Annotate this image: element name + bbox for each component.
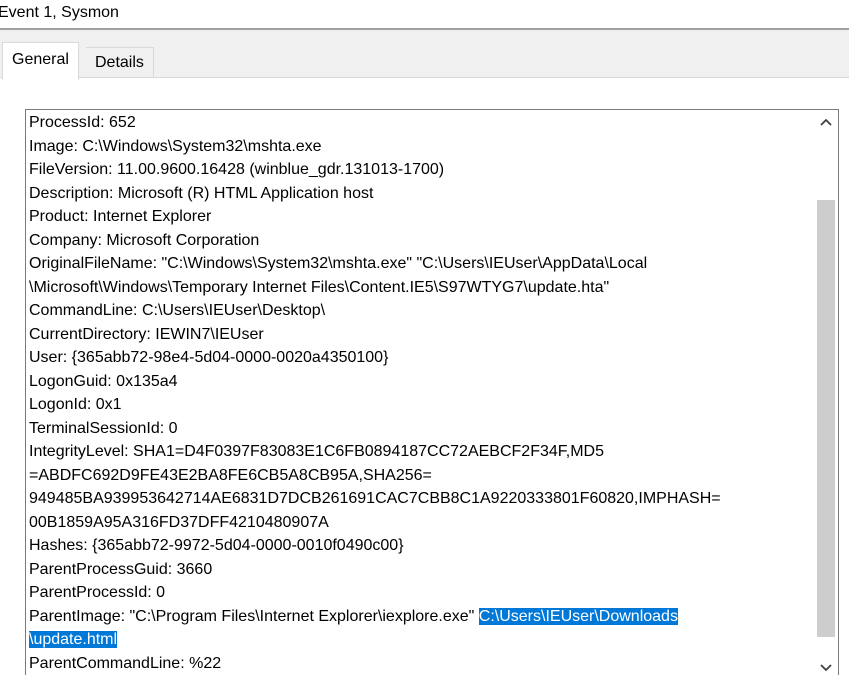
event-line: IntegrityLevel: SHA1=D4F0397F83083E1C6FB…: [29, 443, 604, 460]
tab-strip: General Details: [0, 30, 849, 80]
event-line: =ABDFC692D9FE43E2BA8FE6CB5A8CB95A,SHA256…: [29, 466, 432, 484]
selected-text[interactable]: \update.html: [29, 631, 118, 648]
event-line: \Microsoft\Windows\Temporary Internet Fi…: [29, 278, 610, 296]
event-line: ParentProcessId: 0: [29, 584, 166, 601]
event-line: TerminalSessionId: 0: [29, 419, 178, 437]
event-line: ParentCommandLine: %22: [29, 654, 222, 672]
event-description-text[interactable]: ProcessId: 652 Image: C:\Windows\System3…: [29, 111, 815, 675]
title-bar: Event 1, Sysmon: [0, 0, 849, 30]
chevron-up-icon[interactable]: [814, 110, 838, 134]
tab-details[interactable]: Details: [86, 47, 154, 79]
event-line: CurrentDirectory: IEWIN7\IEUser: [29, 325, 264, 343]
event-line: FileVersion: 11.00.9600.16428 (winblue_g…: [29, 161, 445, 178]
vertical-scrollbar[interactable]: [814, 110, 838, 675]
event-line: LogonGuid: 0x135a4: [29, 372, 178, 390]
parent-image-continuation-line: \update.html: [29, 628, 815, 652]
event-line: Description: Microsoft (R) HTML Applicat…: [29, 184, 374, 202]
event-line: Company: Microsoft Corporation: [29, 231, 260, 249]
event-properties-window: Event 1, Sysmon General Details ProcessI…: [0, 0, 849, 675]
event-line: Image: C:\Windows\System32\mshta.exe: [29, 137, 322, 155]
event-description-textbox[interactable]: ProcessId: 652 Image: C:\Windows\System3…: [25, 109, 839, 675]
event-line: User: {365abb72-98e4-5d04-0000-0020a4350…: [29, 349, 389, 366]
event-line: ProcessId: 652: [29, 114, 136, 131]
event-line: Hashes: {365abb72-9972-5d04-0000-0010f04…: [29, 537, 404, 554]
parent-image-line: ParentImage: "C:\Program Files\Internet …: [29, 605, 815, 629]
window-title: Event 1, Sysmon: [0, 4, 119, 21]
event-line: LogonId: 0x1: [29, 396, 122, 413]
event-line: 00B1859A95A316FD37DFF4210480907A: [29, 513, 329, 531]
scrollbar-thumb[interactable]: [817, 200, 835, 637]
parent-image-text: ParentImage: "C:\Program Files\Internet …: [29, 607, 479, 625]
general-tab-panel: ProcessId: 652 Image: C:\Windows\System3…: [0, 77, 849, 675]
tab-general[interactable]: General: [2, 42, 79, 80]
chevron-down-icon[interactable]: [814, 656, 838, 675]
event-line: Product: Internet Explorer: [29, 208, 212, 225]
event-line: 949485BA939953642714AE6831D7DCB261691CAC…: [29, 490, 721, 507]
event-line: OriginalFileName: "C:\Windows\System32\m…: [29, 255, 648, 272]
event-line: CommandLine: C:\Users\IEUser\Desktop\: [29, 302, 326, 319]
selected-text[interactable]: C:\Users\IEUser\Downloads: [478, 607, 678, 625]
event-line: ParentProcessGuid: 3660: [29, 560, 213, 578]
